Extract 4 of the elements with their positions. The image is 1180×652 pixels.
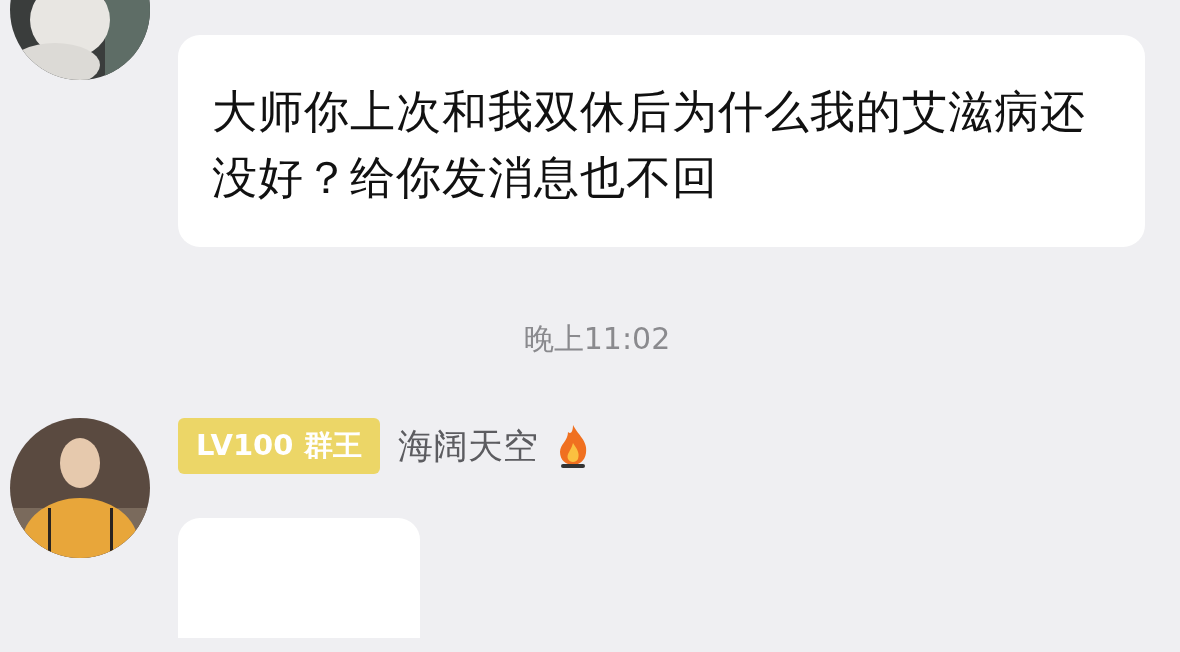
timestamp: 晚上11:02: [523, 320, 671, 358]
sender-name: 海阔天空: [397, 424, 538, 468]
message-bubble: 大师你上次和我双休后为什么我的艾滋病还没好？给你发消息也不回: [178, 35, 1145, 247]
level-badge: LV100 群王: [178, 418, 380, 474]
